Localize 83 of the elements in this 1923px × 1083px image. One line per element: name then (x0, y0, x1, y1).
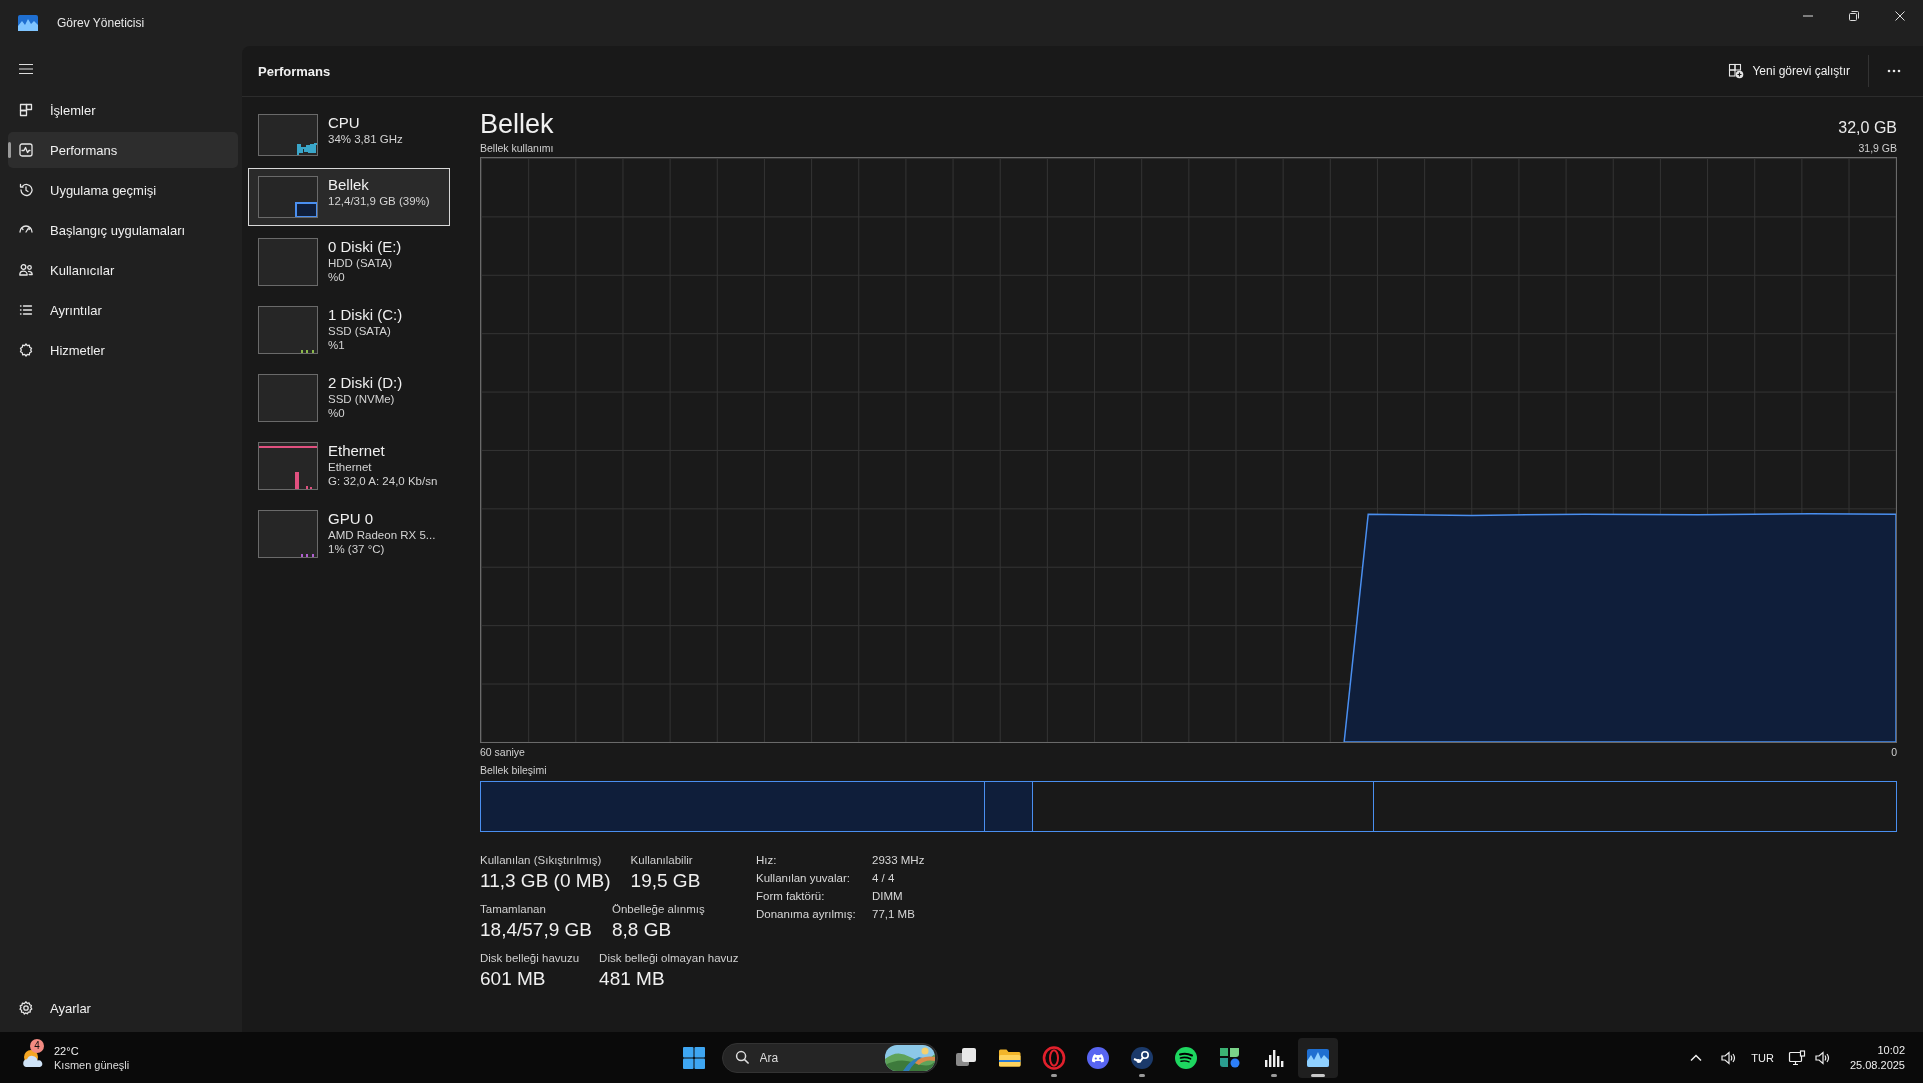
spec-label: Donanıma ayrılmış: (756, 907, 857, 922)
usage-thumbnail (258, 114, 318, 156)
pulse-icon (18, 142, 34, 158)
language-indicator[interactable]: TUR (1747, 1041, 1778, 1074)
grid-icon (18, 102, 34, 118)
restore-icon (1848, 10, 1860, 22)
taskbar-button[interactable] (1297, 1037, 1338, 1078)
spec-label: Hız: (756, 853, 778, 868)
device-item[interactable]: GPU 0 AMD Radeon RX 5... 1% (37 °C) (248, 502, 450, 566)
section-title: Bellek (480, 108, 554, 141)
notification-badge: 4 (30, 1038, 44, 1053)
stat-label: Önbelleğe alınmış (611, 902, 705, 917)
device-item[interactable]: 2 Diski (D:) SSD (NVMe) %0 (248, 366, 450, 430)
chart-label: Bellek bileşimi (480, 764, 547, 776)
usage-thumbnail (258, 442, 318, 490)
stat-value: 601 MB (480, 967, 547, 991)
ring-icon (1041, 1045, 1066, 1070)
axis-label: 0 (1891, 745, 1897, 759)
stat-value: 481 MB (599, 967, 666, 991)
nav-item[interactable]: Uygulama geçmişi (8, 172, 238, 208)
device-item[interactable]: Ethernet Ethernet G: 32,0 A: 24,0 Kb/sn (248, 434, 450, 498)
chart-label: Bellek kullanımı (480, 141, 554, 155)
spec-value: DIMM (872, 889, 904, 904)
speaker-icon (1720, 1049, 1737, 1066)
weather-text: Kısmen güneşli (54, 1057, 130, 1072)
nav-item[interactable]: İşlemler (8, 92, 238, 128)
tiles-icon (1217, 1045, 1242, 1070)
stat-label: Kullanılan (Sıkıştırılmış) (480, 853, 603, 868)
window-title: Görev Yöneticisi (57, 16, 145, 30)
nav-item[interactable]: Performans (8, 132, 238, 168)
device-item[interactable]: Bellek 12,4/31,9 GB (39%) (248, 168, 450, 226)
nav-item[interactable]: Kullanıcılar (8, 252, 238, 288)
usage-thumbnail (258, 238, 318, 286)
temperature-text: 22°C (54, 1043, 80, 1058)
joint-icon (1129, 1045, 1154, 1070)
controller-icon (1085, 1045, 1110, 1070)
stat-label: Disk belleği olmayan havuz (599, 951, 739, 966)
usage-thumbnail (258, 374, 318, 422)
nav-item[interactable]: Hizmetler (8, 332, 238, 368)
speaker-icon (1813, 1049, 1830, 1066)
stat-label: Tamamlanan (480, 902, 547, 917)
menu-icon (18, 63, 34, 75)
nav-item[interactable]: Başlangıç uygulamaları (8, 212, 238, 248)
run-task-button[interactable]: Yeni görevi çalıştır (1718, 57, 1860, 85)
spec-label: Form faktörü: (756, 889, 826, 904)
sound-waves-icon (1173, 1045, 1198, 1070)
graph-icon (18, 15, 38, 31)
close-icon (1894, 10, 1906, 22)
usage-thumbnail (258, 510, 318, 558)
spec-value: 4 / 4 (872, 871, 896, 886)
axis-max-label: 31,9 GB (1858, 141, 1897, 155)
device-item[interactable]: 1 Diski (C:) SSD (SATA) %1 (248, 298, 450, 362)
more-icon (1887, 69, 1901, 73)
gear-icon (18, 1000, 34, 1016)
search-input[interactable]: Ara (757, 1049, 877, 1066)
four-squares-icon (682, 1046, 705, 1069)
history-icon (18, 182, 34, 198)
stat-value: 19,5 GB (630, 869, 701, 893)
list-icon (18, 302, 34, 318)
spec-label: Kullanılan yuvalar: (756, 871, 851, 886)
device-item[interactable]: CPU 34% 3,81 GHz (248, 106, 450, 164)
stat-value: 11,3 GB (0 MB) (480, 869, 611, 893)
network-icon (1787, 1049, 1806, 1066)
spec-value: 2933 MHz (872, 853, 925, 868)
search-field[interactable]: Ara (721, 1042, 938, 1073)
nav-item[interactable]: Ayrıntılar (8, 292, 238, 328)
usage-thumbnail (258, 176, 318, 218)
stat-label: Kullanılabilir (630, 853, 694, 868)
stat-value: 8,8 GB (611, 918, 673, 942)
search-icon (734, 1050, 750, 1065)
usage-thumbnail (258, 306, 318, 354)
stat-value: 18,4/57,9 GB (480, 918, 592, 942)
device-item[interactable]: 0 Diski (E:) HDD (SATA) %0 (248, 230, 450, 294)
add-window-icon (1728, 63, 1745, 79)
puzzle-gear-icon (18, 342, 34, 358)
settings-button[interactable]: Ayarlar (8, 990, 238, 1026)
axis-label: 60 saniye (480, 745, 525, 759)
clock-button[interactable]: 10:02 25.08.2025 (1839, 1042, 1909, 1073)
spec-value: 77,1 MB (872, 907, 916, 922)
stat-label: Disk belleği havuzu (480, 951, 580, 966)
page-title: Performans (258, 63, 331, 79)
total-memory: 32,0 GB (1838, 119, 1897, 138)
users-icon (18, 262, 34, 278)
